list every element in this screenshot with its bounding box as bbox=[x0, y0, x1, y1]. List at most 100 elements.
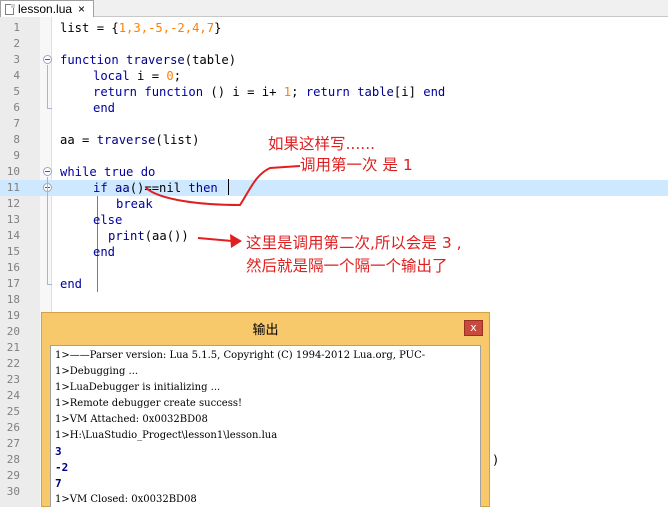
line-number: 1 bbox=[13, 21, 20, 34]
output-line: 3 bbox=[55, 445, 62, 458]
code-token: traverse bbox=[118, 53, 185, 67]
annotation-note: 调用第一次 是 1 bbox=[300, 156, 413, 174]
line-number: 6 bbox=[13, 101, 20, 114]
code-token: else bbox=[93, 213, 123, 227]
line-number: 30 bbox=[6, 485, 20, 498]
output-window[interactable]: 输出 x 1>——Parser version: Lua 5.1.5, Copy… bbox=[41, 312, 490, 507]
code-token: list bbox=[60, 21, 90, 35]
code-token: table bbox=[349, 85, 394, 99]
output-console[interactable]: 1>——Parser version: Lua 5.1.5, Copyright… bbox=[50, 345, 481, 507]
line-number: 12 bbox=[6, 197, 20, 210]
output-title: 输出 bbox=[252, 323, 279, 338]
line-number: 4 bbox=[13, 69, 20, 82]
code-line: end bbox=[93, 100, 115, 116]
line-number: 27 bbox=[6, 437, 20, 450]
code-token: ()==nil bbox=[129, 181, 189, 195]
line-number: 11 bbox=[6, 181, 20, 194]
code-token: } bbox=[214, 21, 222, 35]
text-caret bbox=[228, 179, 229, 195]
code-token: = { bbox=[89, 21, 119, 35]
code-token: i = bbox=[129, 69, 167, 83]
fold-range-line bbox=[47, 65, 48, 108]
line-number: 13 bbox=[6, 213, 20, 226]
tab-lesson-lua[interactable]: lesson.lua × bbox=[0, 0, 94, 17]
tab-label: lesson.lua bbox=[18, 2, 73, 16]
code-token: (aa()) bbox=[144, 229, 189, 243]
code-token: ; bbox=[291, 85, 306, 99]
code-line: end bbox=[60, 276, 82, 292]
lua-file-icon bbox=[4, 3, 15, 15]
line-number: 25 bbox=[6, 405, 20, 418]
output-line: 1>——Parser version: Lua 5.1.5, Copyright… bbox=[55, 350, 426, 361]
code-token: local bbox=[93, 69, 130, 83]
annotation-note: 如果这样写...... bbox=[268, 135, 376, 153]
code-token: end bbox=[93, 101, 116, 115]
code-token: true bbox=[96, 165, 134, 179]
code-token: break bbox=[116, 197, 153, 211]
code-token: [i] bbox=[393, 85, 424, 99]
line-number: 20 bbox=[6, 325, 20, 338]
code-token: do bbox=[133, 165, 156, 179]
code-token: ) bbox=[492, 453, 500, 467]
code-line: print(aa()) bbox=[108, 228, 189, 244]
fold-end-mark bbox=[47, 284, 52, 285]
line-number: 9 bbox=[13, 149, 20, 162]
code-line: end bbox=[93, 244, 115, 260]
code-token: end bbox=[93, 245, 116, 259]
code-token: aa = bbox=[60, 133, 97, 147]
code-line: else bbox=[93, 212, 122, 228]
code-token: 1,3,-5,-2,4,7 bbox=[118, 21, 215, 35]
code-line: ) bbox=[492, 452, 499, 468]
output-line: 1>VM Attached: 0x0032BD08 bbox=[55, 414, 208, 425]
output-line: 1>LuaDebugger is initializing ... bbox=[55, 382, 221, 393]
code-line: if aa()==nil then bbox=[93, 180, 218, 196]
code-line: aa = traverse(list) bbox=[60, 132, 199, 148]
code-token: return bbox=[305, 85, 350, 99]
line-number: 16 bbox=[6, 261, 20, 274]
line-number: 24 bbox=[6, 389, 20, 402]
line-number: 5 bbox=[13, 85, 20, 98]
line-number: 19 bbox=[6, 309, 20, 322]
code-line: while true do bbox=[60, 164, 155, 180]
output-line: 1>Debugging ... bbox=[55, 366, 139, 377]
line-number: 26 bbox=[6, 421, 20, 434]
output-line: 7 bbox=[55, 477, 62, 490]
fold-toggle-icon[interactable] bbox=[43, 167, 52, 176]
line-number: 22 bbox=[6, 357, 20, 370]
output-title-bar[interactable]: 输出 x bbox=[42, 313, 489, 343]
output-line: 1>Remote debugger create success! bbox=[55, 398, 242, 409]
code-token: traverse bbox=[96, 133, 156, 147]
line-number: 23 bbox=[6, 373, 20, 386]
code-token: end bbox=[423, 85, 446, 99]
code-token: 0 bbox=[166, 69, 174, 83]
code-token: function bbox=[137, 85, 204, 99]
code-line: list = {1,3,-5,-2,4,7} bbox=[60, 20, 221, 36]
line-number: 29 bbox=[6, 469, 20, 482]
annotation-note: 然后就是隔一个隔一个输出了 bbox=[246, 257, 448, 275]
code-token: if bbox=[93, 181, 108, 195]
line-number: 17 bbox=[6, 277, 20, 290]
fold-toggle-icon[interactable] bbox=[43, 55, 52, 64]
code-token: (list) bbox=[155, 133, 200, 147]
fold-range-line bbox=[47, 177, 48, 284]
line-number: 15 bbox=[6, 245, 20, 258]
code-token: return bbox=[93, 85, 138, 99]
code-token: print bbox=[108, 229, 145, 243]
fold-end-mark bbox=[47, 108, 52, 109]
output-line: 1>H:\LuaStudio_Progect\lesson1\lesson.lu… bbox=[55, 430, 278, 441]
line-number: 18 bbox=[6, 293, 20, 306]
code-token: function bbox=[60, 53, 119, 67]
output-line: 1>VM Closed: 0x0032BD08 bbox=[55, 494, 197, 505]
line-number: 2 bbox=[13, 37, 20, 50]
code-token: () i = i+ bbox=[203, 85, 284, 99]
code-token: end bbox=[60, 277, 83, 291]
code-token: while bbox=[60, 165, 97, 179]
code-token: (table) bbox=[184, 53, 237, 67]
annotation-note: 这里是调用第二次,所以会是 3 , bbox=[246, 234, 462, 252]
line-number: 14 bbox=[6, 229, 20, 242]
output-line: -2 bbox=[55, 461, 69, 474]
line-number: 7 bbox=[13, 117, 20, 130]
tab-close-icon[interactable]: × bbox=[78, 2, 85, 16]
code-line: function traverse(table) bbox=[60, 52, 236, 68]
close-icon[interactable]: x bbox=[464, 320, 483, 336]
